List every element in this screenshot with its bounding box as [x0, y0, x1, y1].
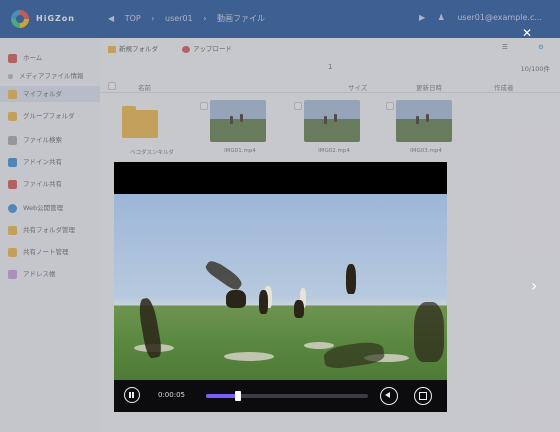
- close-icon[interactable]: ✕: [520, 26, 534, 40]
- pause-icon[interactable]: [124, 387, 140, 403]
- current-time: 0:00:05: [158, 391, 185, 399]
- flying-bird: [414, 302, 444, 362]
- flying-bird: [203, 257, 245, 293]
- bird: [259, 290, 268, 314]
- next-arrow-icon[interactable]: ›: [531, 278, 545, 294]
- fullscreen-icon[interactable]: [414, 387, 432, 405]
- rock: [224, 352, 274, 361]
- bird: [226, 290, 246, 308]
- bird: [346, 264, 356, 294]
- video-player: 0:00:05: [114, 162, 447, 412]
- progress-bar[interactable]: [206, 391, 368, 401]
- volume-icon[interactable]: [380, 387, 398, 405]
- progress-fill: [206, 394, 239, 398]
- rock: [304, 342, 334, 349]
- progress-handle[interactable]: [235, 391, 242, 401]
- bird: [294, 300, 304, 318]
- player-controls: 0:00:05: [114, 380, 447, 412]
- video-frame[interactable]: [114, 194, 447, 380]
